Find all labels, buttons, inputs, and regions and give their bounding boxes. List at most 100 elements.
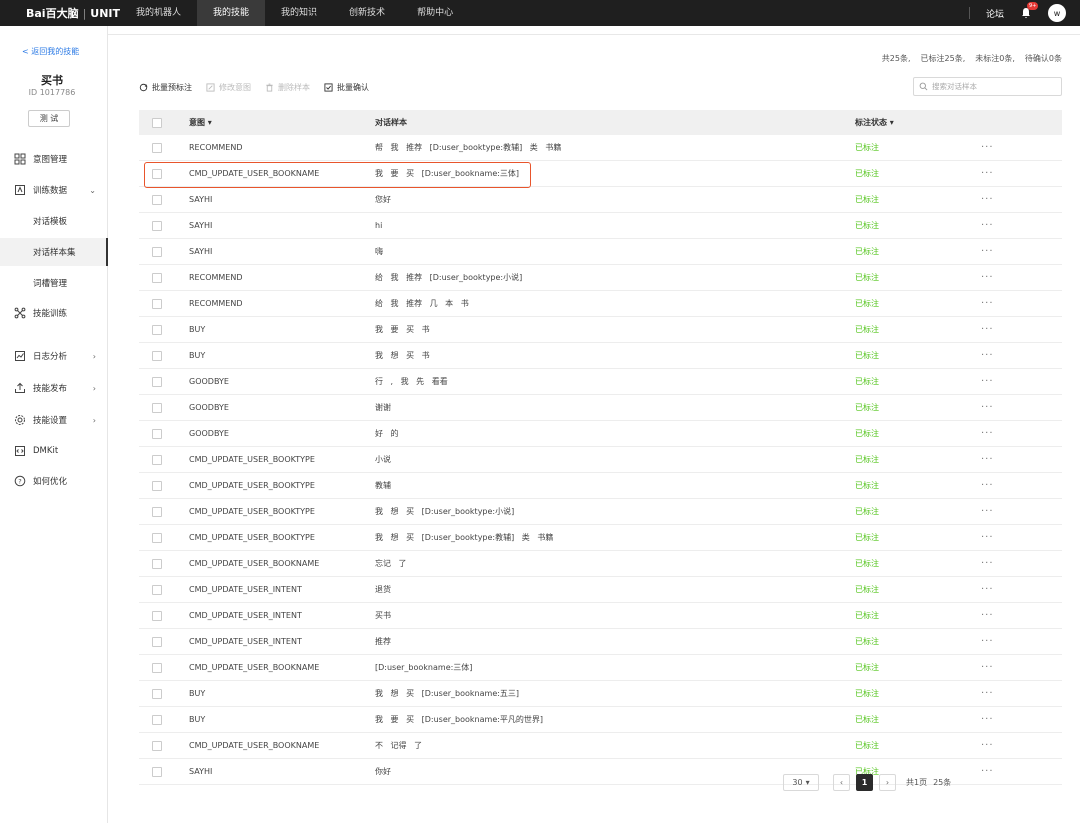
row-checkbox[interactable]	[151, 532, 162, 543]
row-sample[interactable]: 忘记 了	[371, 558, 851, 569]
more-actions-icon[interactable]: ···	[981, 428, 1021, 439]
row-sample[interactable]: 你好	[371, 766, 851, 777]
more-actions-icon[interactable]: ···	[981, 714, 1021, 725]
page-1-button[interactable]: 1	[856, 774, 873, 791]
row-checkbox[interactable]	[151, 766, 162, 777]
more-actions-icon[interactable]: ···	[981, 402, 1021, 413]
logo[interactable]: Bai百大脑 | UNIT	[0, 5, 120, 21]
sidebar-item-10[interactable]: ? 如何优化	[0, 467, 108, 495]
nav-tab-1[interactable]: 我的技能	[197, 0, 266, 26]
sidebar-item-5[interactable]: 技能训练	[0, 299, 108, 327]
forum-link[interactable]: 论坛	[986, 7, 1004, 20]
batch-prelabel-button[interactable]: 批量预标注	[139, 82, 192, 93]
sidebar-item-3[interactable]: 对话样本集	[0, 238, 108, 266]
more-actions-icon[interactable]: ···	[981, 168, 1021, 179]
more-actions-icon[interactable]: ···	[981, 610, 1021, 621]
row-checkbox[interactable]	[151, 610, 162, 621]
more-actions-icon[interactable]: ···	[981, 324, 1021, 335]
row-sample[interactable]: 好 的	[371, 428, 851, 439]
row-checkbox[interactable]	[151, 272, 162, 283]
page-size-select[interactable]: 30 ▾	[783, 774, 819, 791]
sidebar-item-6[interactable]: 日志分析 ›	[0, 342, 108, 370]
row-sample[interactable]: 不 记得 了	[371, 740, 851, 751]
nav-tab-3[interactable]: 创新技术	[333, 0, 401, 26]
row-checkbox[interactable]	[151, 142, 162, 153]
more-actions-icon[interactable]: ···	[981, 532, 1021, 543]
row-sample[interactable]: 我 要 买 [D:user_bookname:平凡的世界]	[371, 714, 851, 725]
sidebar-item-8[interactable]: 技能设置 ›	[0, 406, 108, 434]
row-sample[interactable]: 我 想 买 [D:user_booktype:教辅] 类 书籍	[371, 532, 851, 543]
row-checkbox[interactable]	[151, 220, 162, 231]
row-sample[interactable]: 买书	[371, 610, 851, 621]
more-actions-icon[interactable]: ···	[981, 376, 1021, 387]
row-checkbox[interactable]	[151, 740, 162, 751]
more-actions-icon[interactable]: ···	[981, 194, 1021, 205]
row-sample[interactable]: 我 要 买 书	[371, 324, 851, 335]
more-actions-icon[interactable]: ···	[981, 662, 1021, 673]
row-sample[interactable]: 嗨	[371, 246, 851, 257]
row-checkbox[interactable]	[151, 480, 162, 491]
row-checkbox[interactable]	[151, 662, 162, 673]
back-to-skills-link[interactable]: < 返回我的技能	[22, 46, 79, 57]
row-sample[interactable]: 谢谢	[371, 402, 851, 413]
row-sample[interactable]: 帮 我 推荐 [D:user_booktype:教辅] 类 书籍	[371, 142, 851, 153]
edit-intent-button[interactable]: 修改意图	[206, 82, 251, 93]
test-button[interactable]: 测 试	[28, 110, 70, 127]
bell-icon[interactable]: 9+	[1020, 2, 1039, 19]
row-sample[interactable]: 我 要 买 [D:user_bookname:三体]	[371, 168, 851, 179]
sidebar-item-4[interactable]: 词槽管理	[0, 269, 108, 297]
row-sample[interactable]: 我 想 买 [D:user_bookname:五三]	[371, 688, 851, 699]
row-checkbox[interactable]	[151, 454, 162, 465]
row-sample[interactable]: 推荐	[371, 636, 851, 647]
avatar[interactable]: w	[1048, 4, 1066, 22]
more-actions-icon[interactable]: ···	[981, 298, 1021, 309]
row-checkbox[interactable]	[151, 298, 162, 309]
row-checkbox[interactable]	[151, 506, 162, 517]
row-checkbox[interactable]	[151, 376, 162, 387]
more-actions-icon[interactable]: ···	[981, 246, 1021, 257]
more-actions-icon[interactable]: ···	[981, 272, 1021, 283]
batch-confirm-button[interactable]: 批量确认	[324, 82, 369, 93]
more-actions-icon[interactable]: ···	[981, 142, 1021, 153]
nav-tab-4[interactable]: 帮助中心	[401, 0, 469, 26]
nav-tab-0[interactable]: 我的机器人	[120, 0, 197, 26]
more-actions-icon[interactable]: ···	[981, 584, 1021, 595]
row-sample[interactable]: 您好	[371, 194, 851, 205]
sidebar-item-0[interactable]: 意图管理	[0, 145, 108, 173]
select-all-checkbox[interactable]	[151, 117, 162, 128]
row-checkbox[interactable]	[151, 246, 162, 257]
more-actions-icon[interactable]: ···	[981, 350, 1021, 361]
row-checkbox[interactable]	[151, 168, 162, 179]
prev-page-button[interactable]: ‹	[833, 774, 850, 791]
header-intent[interactable]: 意图 ▾	[189, 117, 371, 128]
more-actions-icon[interactable]: ···	[981, 766, 1021, 777]
more-actions-icon[interactable]: ···	[981, 454, 1021, 465]
row-sample[interactable]: 给 我 推荐 几 本 书	[371, 298, 851, 309]
row-sample[interactable]: 教辅	[371, 480, 851, 491]
sidebar-item-1[interactable]: 训练数据 ⌄	[0, 176, 108, 204]
next-page-button[interactable]: ›	[879, 774, 896, 791]
row-sample[interactable]: hi	[371, 221, 851, 230]
row-sample[interactable]: 给 我 推荐 [D:user_booktype:小说]	[371, 272, 851, 283]
row-checkbox[interactable]	[151, 688, 162, 699]
sidebar-item-7[interactable]: 技能发布 ›	[0, 374, 108, 402]
sidebar-item-2[interactable]: 对话模板	[0, 207, 108, 235]
delete-sample-button[interactable]: 删除样本	[265, 82, 310, 93]
more-actions-icon[interactable]: ···	[981, 558, 1021, 569]
row-checkbox[interactable]	[151, 714, 162, 725]
row-sample[interactable]: [D:user_bookname:三体]	[371, 662, 851, 673]
row-checkbox[interactable]	[151, 350, 162, 361]
more-actions-icon[interactable]: ···	[981, 636, 1021, 647]
row-checkbox[interactable]	[151, 428, 162, 439]
search-input[interactable]	[932, 82, 1052, 91]
row-checkbox[interactable]	[151, 558, 162, 569]
nav-tab-2[interactable]: 我的知识	[265, 0, 333, 26]
row-sample[interactable]: 我 想 买 书	[371, 350, 851, 361]
row-sample[interactable]: 小说	[371, 454, 851, 465]
row-checkbox[interactable]	[151, 584, 162, 595]
more-actions-icon[interactable]: ···	[981, 688, 1021, 699]
sidebar-item-9[interactable]: DMKit	[0, 437, 108, 465]
row-sample[interactable]: 行 , 我 先 看看	[371, 376, 851, 387]
row-checkbox[interactable]	[151, 194, 162, 205]
row-sample[interactable]: 我 想 买 [D:user_booktype:小说]	[371, 506, 851, 517]
